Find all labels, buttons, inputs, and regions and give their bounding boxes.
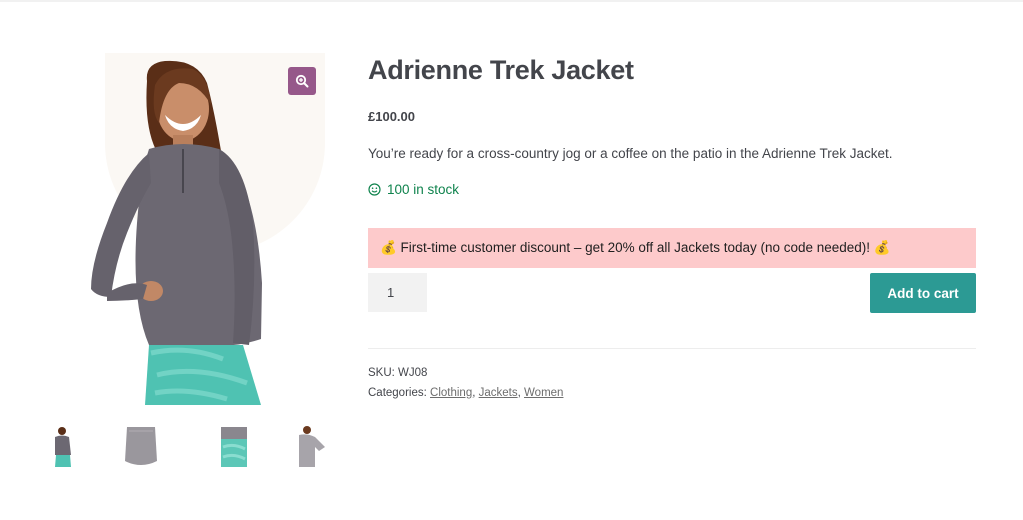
categories-line: Categories: Clothing, Jackets, Women — [368, 383, 563, 403]
sku-value: WJ08 — [398, 367, 428, 379]
product-title: Adrienne Trek Jacket — [368, 55, 634, 85]
category-separator: , — [517, 387, 521, 399]
product-description: You’re ready for a cross-country jog or … — [368, 146, 893, 161]
discount-notice: 💰 First-time customer discount – get 20%… — [368, 228, 976, 268]
smiley-icon — [368, 183, 381, 196]
product-meta: SKU: WJ08 Categories: Clothing, Jackets,… — [368, 363, 563, 403]
category-link-clothing[interactable]: Clothing — [430, 387, 472, 399]
product-gallery — [47, 53, 329, 467]
categories-label: Categories: — [368, 387, 427, 399]
thumbnail-model-side[interactable] — [295, 425, 335, 469]
add-to-cart-button[interactable]: Add to cart — [870, 273, 976, 313]
thumbnail-leggings-detail[interactable] — [217, 425, 257, 469]
sku-line: SKU: WJ08 — [368, 363, 563, 383]
quantity-input[interactable] — [368, 273, 427, 312]
thumbnail-strip — [47, 425, 329, 469]
product-price: £100.00 — [368, 109, 415, 124]
meta-divider — [368, 348, 976, 349]
sku-label: SKU: — [368, 367, 395, 379]
stock-status: 100 in stock — [368, 182, 459, 197]
stock-text: 100 in stock — [387, 182, 460, 197]
category-separator: , — [472, 387, 476, 399]
main-product-image[interactable] — [47, 53, 329, 405]
category-link-jackets[interactable]: Jackets — [479, 387, 518, 399]
zoom-button[interactable] — [288, 67, 316, 95]
thumbnail-jacket-back[interactable] — [123, 425, 159, 469]
model-photo — [91, 60, 262, 405]
top-border — [0, 0, 1023, 2]
zoom-icon — [295, 74, 309, 88]
thumbnail-model-front[interactable] — [47, 425, 87, 469]
category-link-women[interactable]: Women — [524, 387, 563, 399]
